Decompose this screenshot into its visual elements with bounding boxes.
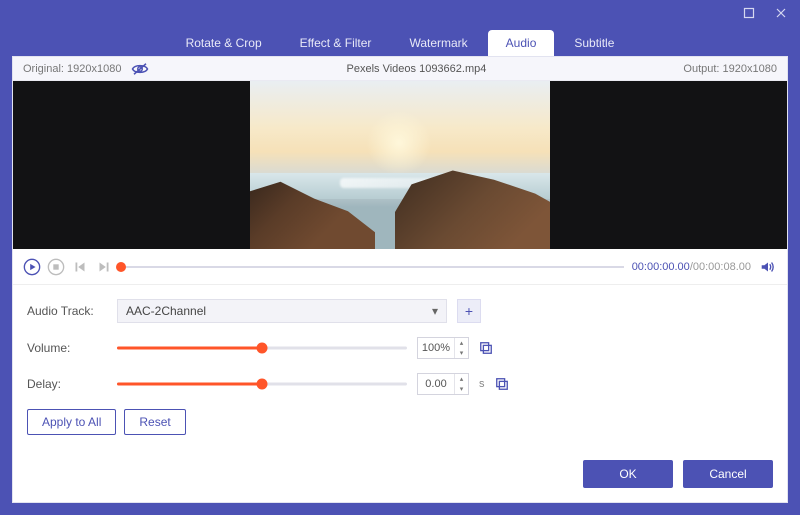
audio-track-select[interactable]: AAC-2Channel ▾ [117,299,447,323]
volume-reset-icon[interactable] [479,341,493,355]
delay-row: Delay: 0.00 ▴▾ s [27,373,773,395]
audio-track-value: AAC-2Channel [126,304,206,318]
video-frame [250,81,550,249]
maximize-button[interactable] [736,3,762,23]
cancel-button[interactable]: Cancel [683,460,773,488]
tab-subtitle[interactable]: Subtitle [556,30,632,56]
current-time: 00:00:00.00 [632,261,690,273]
volume-value: 100% [418,342,454,354]
delay-label: Delay: [27,377,107,391]
content-panel: Original: 1920x1080 Pexels Videos 109366… [12,56,788,503]
audio-track-row: Audio Track: AAC-2Channel ▾ + [27,299,773,323]
delay-value: 0.00 [418,378,454,390]
add-track-button[interactable]: + [457,299,481,323]
volume-slider[interactable] [117,341,407,355]
action-buttons: Apply to All Reset [27,409,773,435]
footer: OK Cancel [13,446,787,502]
reset-button[interactable]: Reset [124,409,185,435]
video-preview [13,81,787,249]
delay-slider[interactable] [117,377,407,391]
next-frame-button[interactable] [95,258,113,276]
time-display: 00:00:00.00/00:00:08.00 [632,261,751,273]
tab-rotate-crop[interactable]: Rotate & Crop [168,30,280,56]
close-button[interactable] [768,3,794,23]
original-resolution: Original: 1920x1080 [23,63,121,75]
volume-icon[interactable] [759,258,777,276]
volume-down[interactable]: ▾ [455,348,468,358]
tab-audio[interactable]: Audio [488,30,555,56]
titlebar [0,0,800,26]
playback-controls: 00:00:00.00/00:00:08.00 [13,249,787,285]
info-bar: Original: 1920x1080 Pexels Videos 109366… [13,57,787,81]
volume-slider-thumb[interactable] [257,343,268,354]
chevron-down-icon: ▾ [432,304,438,318]
delay-reset-icon[interactable] [495,377,509,391]
volume-spinner[interactable]: 100% ▴▾ [417,337,469,359]
delay-up[interactable]: ▴ [455,374,468,384]
preview-toggle-icon[interactable] [131,62,149,76]
volume-label: Volume: [27,341,107,355]
play-button[interactable] [23,258,41,276]
volume-row: Volume: 100% ▴▾ [27,337,773,359]
tab-effect-filter[interactable]: Effect & Filter [282,30,390,56]
stop-button[interactable] [47,258,65,276]
apply-to-all-button[interactable]: Apply to All [27,409,116,435]
prev-frame-button[interactable] [71,258,89,276]
filename: Pexels Videos 1093662.mp4 [347,63,487,75]
timeline-thumb[interactable] [116,262,126,272]
ok-button[interactable]: OK [583,460,673,488]
delay-unit: s [479,378,485,390]
total-time: 00:00:08.00 [693,261,751,273]
delay-down[interactable]: ▾ [455,384,468,394]
editor-window: Rotate & Crop Effect & Filter Watermark … [0,0,800,515]
timeline[interactable] [121,260,624,274]
volume-up[interactable]: ▴ [455,338,468,348]
audio-settings: Audio Track: AAC-2Channel ▾ + Volume: 10… [13,285,787,445]
delay-spinner[interactable]: 0.00 ▴▾ [417,373,469,395]
delay-slider-thumb[interactable] [257,379,268,390]
audio-track-label: Audio Track: [27,304,107,318]
tab-watermark[interactable]: Watermark [391,30,485,56]
tab-bar: Rotate & Crop Effect & Filter Watermark … [0,26,800,56]
output-resolution: Output: 1920x1080 [683,63,787,75]
